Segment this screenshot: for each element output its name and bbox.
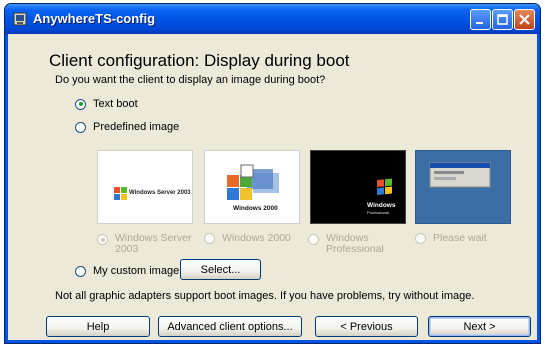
close-icon	[519, 14, 530, 25]
close-button[interactable]	[514, 9, 535, 30]
radio-indicator	[308, 234, 319, 245]
select-image-button[interactable]: Select...	[180, 259, 261, 280]
radio-indicator	[415, 233, 426, 244]
image-option-label: Windows Server 2003	[115, 233, 191, 255]
maximize-button[interactable]	[492, 9, 513, 30]
thumbnail-windows-server-2003[interactable]: Windows Server 2003	[97, 150, 193, 224]
thumb2-caption: Windows 2000	[233, 205, 278, 212]
window-title: AnywhereTS-config	[33, 11, 156, 26]
dialog-window: AnywhereTS-config Client configuration: …	[4, 3, 541, 344]
thumb3-caption-sub: Professional	[367, 210, 390, 215]
windows-logo-icon	[114, 187, 127, 200]
radio-indicator	[75, 265, 86, 277]
option-label-line2: Professional	[326, 243, 384, 255]
windows-xp-logo-icon	[377, 178, 392, 196]
radio-indicator	[75, 121, 86, 133]
windows-2000-logo-icon	[227, 164, 279, 200]
app-icon	[13, 12, 27, 26]
previous-button[interactable]: < Previous	[315, 316, 418, 337]
thumbnail-please-wait[interactable]	[415, 150, 511, 224]
thumb3-caption: Windows	[367, 202, 396, 209]
thumb1-caption: Windows Server 2003	[129, 190, 191, 196]
dialog-content: Client configuration: Display during boo…	[8, 34, 537, 340]
option-label-line1: Please wait	[433, 232, 487, 244]
minimize-icon	[476, 22, 483, 24]
compatibility-note: Not all graphic adapters support boot im…	[55, 290, 475, 302]
text-boot-radio[interactable]: Text boot	[75, 98, 138, 110]
option-label-line1: Windows 2000	[222, 232, 291, 244]
thumbnail-windows-professional[interactable]: Windows Professional	[310, 150, 406, 224]
option-label-line2: 2003	[115, 243, 139, 255]
maximize-icon	[497, 14, 508, 25]
thumbnail-windows-2000[interactable]: Windows 2000	[204, 150, 300, 224]
radio-indicator	[97, 234, 108, 245]
help-button[interactable]: Help	[46, 316, 150, 337]
advanced-client-options-button[interactable]: Advanced client options...	[158, 316, 302, 337]
minimize-button[interactable]	[470, 9, 491, 30]
next-button[interactable]: Next >	[428, 316, 531, 337]
predefined-image-label: Predefined image	[93, 121, 180, 133]
question-text: Do you want the client to display an ima…	[55, 74, 326, 86]
title-bar[interactable]: AnywhereTS-config	[5, 4, 540, 34]
image-option-please-wait[interactable]: Please wait	[415, 233, 487, 244]
predefined-image-radio[interactable]: Predefined image	[75, 121, 179, 133]
radio-indicator	[75, 98, 86, 110]
image-option-windows-2000[interactable]: Windows 2000	[204, 233, 291, 244]
image-option-server-2003[interactable]: Windows Server 2003	[97, 233, 191, 255]
image-option-professional[interactable]: Windows Professional	[308, 233, 384, 255]
custom-image-radio[interactable]: My custom image	[75, 265, 179, 277]
radio-indicator	[204, 233, 215, 244]
login-dialog-icon	[429, 162, 491, 188]
image-option-label: Windows Professional	[326, 233, 384, 255]
custom-image-label: My custom image	[93, 265, 180, 277]
page-title: Client configuration: Display during boo…	[49, 51, 350, 70]
text-boot-label: Text boot	[93, 98, 138, 110]
